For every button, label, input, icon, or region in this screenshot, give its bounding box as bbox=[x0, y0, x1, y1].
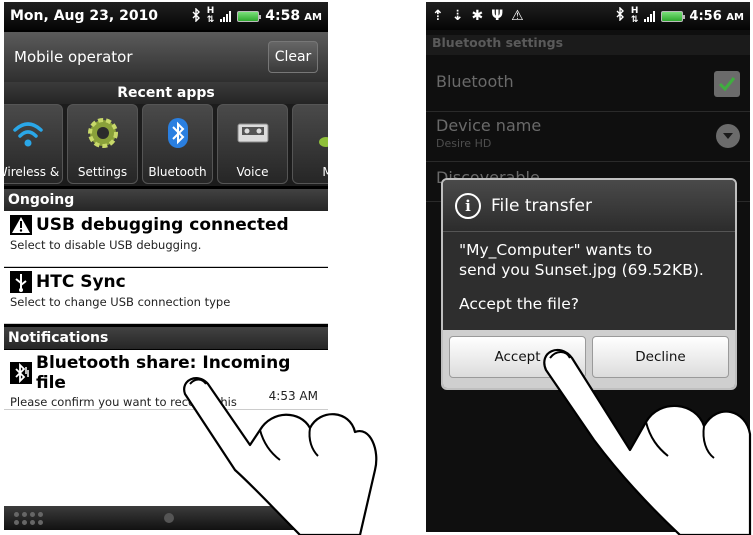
notification-title: HTC Sync bbox=[36, 272, 126, 292]
recent-app-wireless[interactable]: Wireless & bbox=[4, 104, 63, 184]
notification-htc-sync[interactable]: HTC Sync Select to change USB connection… bbox=[4, 268, 328, 324]
wifi-icon bbox=[12, 122, 43, 147]
notification-subtitle: Select to change USB connection type bbox=[10, 295, 231, 309]
operator-label: Mobile operator bbox=[14, 48, 133, 66]
settings-header: Bluetooth settings bbox=[426, 35, 750, 55]
battery-icon bbox=[661, 10, 686, 22]
setting-title: Device name bbox=[436, 116, 542, 135]
notification-usb-debugging[interactable]: USB debugging connected Select to disabl… bbox=[4, 211, 328, 267]
setting-device-name[interactable]: Device name Desire HD bbox=[426, 112, 750, 162]
dialog-body: "My_Computer" wants to send you Sunset.j… bbox=[443, 232, 735, 314]
ongoing-header: Ongoing bbox=[4, 189, 328, 211]
notifications-screen: Mon, Aug 23, 2010 H ⇅ 4:58 AM Mobile oper… bbox=[4, 2, 328, 530]
notification-time: 4:53 AM bbox=[268, 389, 318, 403]
accept-button[interactable]: Accept bbox=[449, 336, 586, 378]
download-icon: ⇣ bbox=[451, 8, 464, 24]
bluetooth-icon bbox=[615, 6, 625, 25]
recent-app-label: M bbox=[322, 165, 328, 179]
grip-dots-icon bbox=[14, 511, 43, 525]
gear-icon bbox=[87, 118, 118, 148]
notification-title: USB debugging connected bbox=[36, 215, 289, 235]
hspa-icon: H ⇅ bbox=[206, 6, 215, 25]
chevron-down-icon bbox=[716, 124, 740, 148]
music-note-icon bbox=[318, 137, 328, 147]
signal-strength-icon bbox=[220, 10, 232, 22]
setting-subtitle: Desire HD bbox=[436, 137, 492, 150]
info-icon: i bbox=[455, 192, 481, 219]
bluetooth-icon bbox=[191, 6, 201, 25]
handle-knob bbox=[164, 513, 174, 523]
file-transfer-dialog: i File transfer "My_Computer" wants to s… bbox=[441, 178, 737, 390]
recent-app-settings[interactable]: Settings bbox=[67, 104, 138, 184]
dialog-message-line1: "My_Computer" wants to bbox=[459, 241, 653, 259]
setting-title: Bluetooth bbox=[436, 72, 514, 91]
recent-apps-row: Wireless & Settings Bluetooth Voice bbox=[4, 104, 328, 186]
usb-icon bbox=[10, 271, 32, 293]
recent-apps-header: Recent apps bbox=[4, 82, 328, 104]
bluetooth-settings-screen: ⇡ ⇣ ✱ Ψ ⚠ H ⇅ 4:56 AM Bluetooth settings … bbox=[426, 2, 750, 532]
warning-icon bbox=[10, 214, 32, 236]
dialog-title-bar: i File transfer bbox=[443, 180, 735, 232]
empty-area bbox=[4, 410, 328, 508]
status-time: 4:56 AM bbox=[689, 8, 744, 24]
recent-app-label: Voice bbox=[236, 165, 269, 179]
hspa-icon: H ⇅ bbox=[630, 6, 639, 25]
warning-icon: ⚠ bbox=[511, 8, 524, 24]
recent-app-label: Bluetooth bbox=[148, 165, 207, 179]
checkbox-checked-icon[interactable] bbox=[714, 71, 740, 97]
recent-app-label: Wireless & bbox=[4, 165, 60, 179]
bluetooth-transfer-icon: ✱ bbox=[471, 8, 484, 24]
status-bar: Mon, Aug 23, 2010 H ⇅ 4:58 AM bbox=[4, 2, 328, 30]
dialog-button-bar: Accept Decline bbox=[443, 330, 735, 388]
recent-app-voice[interactable]: Voice bbox=[217, 104, 288, 184]
decline-button[interactable]: Decline bbox=[592, 336, 729, 378]
signal-strength-icon bbox=[644, 10, 656, 22]
operator-bar: Mobile operator Clear bbox=[4, 32, 328, 82]
notifications-header: Notifications bbox=[4, 327, 328, 349]
drawer-handle[interactable] bbox=[4, 506, 328, 530]
status-date: Mon, Aug 23, 2010 bbox=[10, 8, 159, 24]
upload-icon: ⇡ bbox=[432, 8, 444, 24]
recent-app-label: Settings bbox=[77, 165, 128, 179]
recent-app-bluetooth[interactable]: Bluetooth bbox=[142, 104, 213, 184]
bluetooth-icon bbox=[167, 118, 188, 148]
status-bar: ⇡ ⇣ ✱ Ψ ⚠ H ⇅ 4:56 AM bbox=[426, 2, 750, 30]
status-time: 4:58 AM bbox=[265, 8, 322, 24]
setting-bluetooth[interactable]: Bluetooth bbox=[426, 56, 750, 112]
clear-button[interactable]: Clear bbox=[268, 41, 318, 73]
notification-bluetooth-share[interactable]: Bluetooth share: Incoming file Please co… bbox=[4, 350, 328, 410]
usb-icon: Ψ bbox=[491, 8, 504, 24]
dialog-title: File transfer bbox=[491, 195, 592, 216]
recent-app-music[interactable]: M bbox=[292, 104, 328, 184]
notification-subtitle: Select to disable USB debugging. bbox=[10, 238, 202, 252]
notification-title: Bluetooth share: Incoming file bbox=[36, 353, 291, 393]
tape-icon bbox=[237, 123, 268, 143]
bluetooth-transfer-icon bbox=[10, 362, 32, 384]
dialog-question: Accept the file? bbox=[459, 295, 579, 313]
battery-icon bbox=[237, 10, 262, 22]
dialog-message-line2: send you Sunset.jpg (69.52KB). bbox=[459, 261, 704, 279]
